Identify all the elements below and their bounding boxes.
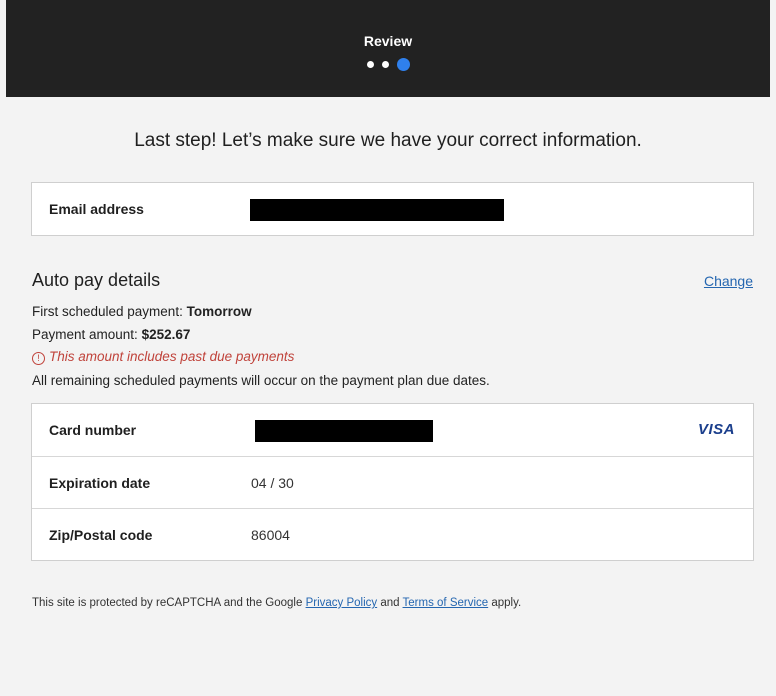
zip-value: 86004: [251, 527, 290, 543]
first-payment-value: Tomorrow: [186, 304, 252, 319]
step-dot-1: [366, 61, 374, 69]
email-label: Email address: [49, 201, 144, 217]
card-number-label: Card number: [49, 422, 137, 438]
payment-amount-line: Payment amount: $252.67: [32, 327, 190, 342]
card-number-redacted-value: [255, 420, 433, 442]
terms-of-service-link[interactable]: Terms of Service: [403, 597, 489, 609]
expiration-value: 04 / 30: [251, 475, 294, 491]
remaining-payments-note: All remaining scheduled payments will oc…: [32, 373, 490, 388]
footer-text-before: This site is protected by reCAPTCHA and …: [32, 597, 306, 609]
expiration-row: Expiration date 04 / 30: [32, 456, 753, 508]
first-payment-line: First scheduled payment: Tomorrow: [32, 304, 252, 319]
email-row: Email address: [32, 183, 753, 235]
step-dot-2: [381, 61, 389, 69]
expiration-label: Expiration date: [49, 475, 151, 491]
zip-row: Zip/Postal code 86004: [32, 508, 753, 560]
review-header: Review: [6, 0, 770, 97]
card-details: Card number VISA Expiration date 04 / 30…: [31, 403, 754, 561]
footer-text-middle: and: [377, 597, 403, 609]
step-indicator: [6, 58, 770, 72]
email-redacted-value: [250, 199, 504, 221]
page-heading: Last step! Let’s make sure we have your …: [134, 130, 642, 151]
header-title: Review: [363, 33, 413, 49]
warning-text: This amount includes past due payments: [49, 349, 295, 364]
footer-text-after: apply.: [488, 597, 522, 609]
visa-logo-icon: VISA: [697, 421, 735, 438]
payment-amount-value: $252.67: [141, 327, 191, 342]
change-link[interactable]: Change: [704, 273, 753, 289]
first-payment-prefix: First scheduled payment:: [32, 304, 187, 319]
privacy-policy-link[interactable]: Privacy Policy: [306, 597, 378, 609]
autopay-title: Auto pay details: [32, 270, 161, 290]
recaptcha-notice: This site is protected by reCAPTCHA and …: [32, 597, 521, 609]
warning-icon: !: [32, 352, 45, 365]
zip-label: Zip/Postal code: [49, 527, 153, 543]
past-due-warning: ! This amount includes past due payments: [32, 349, 294, 365]
email-card: Email address: [31, 182, 754, 236]
step-dot-3-active: [396, 58, 410, 72]
payment-amount-prefix: Payment amount:: [32, 327, 142, 342]
card-number-row: Card number VISA: [32, 404, 753, 456]
